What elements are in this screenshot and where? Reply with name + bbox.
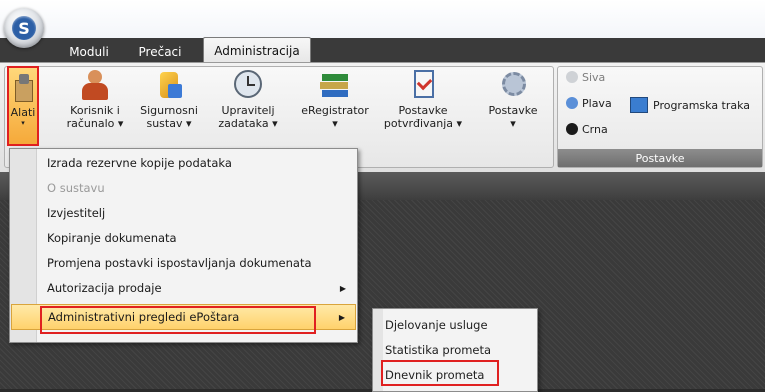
tools-box-icon <box>11 74 35 102</box>
submenu-item-djelovanje-usluge[interactable]: Djelovanje usluge <box>385 314 488 336</box>
sigurnosni-sustav-button[interactable]: Sigurnosni sustav ▾ <box>136 66 202 144</box>
postavke-button[interactable]: Postavke ▾ <box>482 66 544 144</box>
tab-precaci[interactable]: Prečaci <box>130 42 190 62</box>
siva-dot-icon <box>566 71 578 83</box>
tab-moduli[interactable]: Moduli <box>60 42 118 62</box>
tab-administracija[interactable]: Administracija <box>203 37 311 64</box>
theme-siva-option[interactable]: Siva <box>566 68 605 86</box>
clock-icon <box>231 70 265 102</box>
books-stack-icon <box>318 70 352 102</box>
menu-item-autorizacija-prodaje[interactable]: Autorizacija prodaje ▶ <box>11 277 356 299</box>
checklist-icon <box>406 70 440 102</box>
theme-plava-option[interactable]: Plava <box>566 94 612 112</box>
menu-item-izrada-rezervne-kopije[interactable]: Izrada rezervne kopije podataka <box>11 152 356 174</box>
programska-traka-button[interactable]: Programska traka <box>630 96 750 114</box>
crna-dot-icon <box>566 123 578 135</box>
upravitelj-zadataka-button[interactable]: Upravitelj zadataka ▾ <box>214 66 282 144</box>
highlight-outline <box>40 306 316 334</box>
security-keys-icon <box>152 70 186 102</box>
plava-dot-icon <box>566 97 578 109</box>
menu-item-promjena-postavki[interactable]: Promjena postavki ispostavljanja dokumen… <box>11 252 356 274</box>
menu-item-o-sustavu: O sustavu <box>47 181 105 195</box>
alati-button[interactable]: Alati ▾ <box>7 66 39 146</box>
menu-item-izvjestitelj[interactable]: Izvjestitelj <box>11 202 356 224</box>
alati-label: Alati <box>10 106 36 119</box>
application-orb-button[interactable]: S <box>4 8 44 48</box>
submenu-arrow-icon: ▶ <box>338 312 345 322</box>
postavke-potvrdivanja-button[interactable]: Postavke potvrđivanja ▾ <box>380 66 466 144</box>
eregistrator-button[interactable]: eRegistrator ▾ <box>296 66 374 144</box>
menu-item-kopiranje-dokumenata[interactable]: Kopiranje dokumenata <box>11 227 356 249</box>
highlight-outline <box>381 360 499 386</box>
group-label-postavke: Postavke <box>558 149 762 167</box>
taskbar-icon <box>630 97 648 113</box>
korisnik-racunalo-button[interactable]: Korisnik i računalo ▾ <box>62 66 128 144</box>
user-computer-icon <box>78 70 112 102</box>
theme-crna-option[interactable]: Crna <box>566 120 608 138</box>
app-logo-icon: S <box>12 16 36 40</box>
submenu-item-statistika-prometa[interactable]: Statistika prometa <box>385 339 491 361</box>
submenu-arrow-icon: ▶ <box>339 283 346 293</box>
gear-icon <box>496 70 530 102</box>
